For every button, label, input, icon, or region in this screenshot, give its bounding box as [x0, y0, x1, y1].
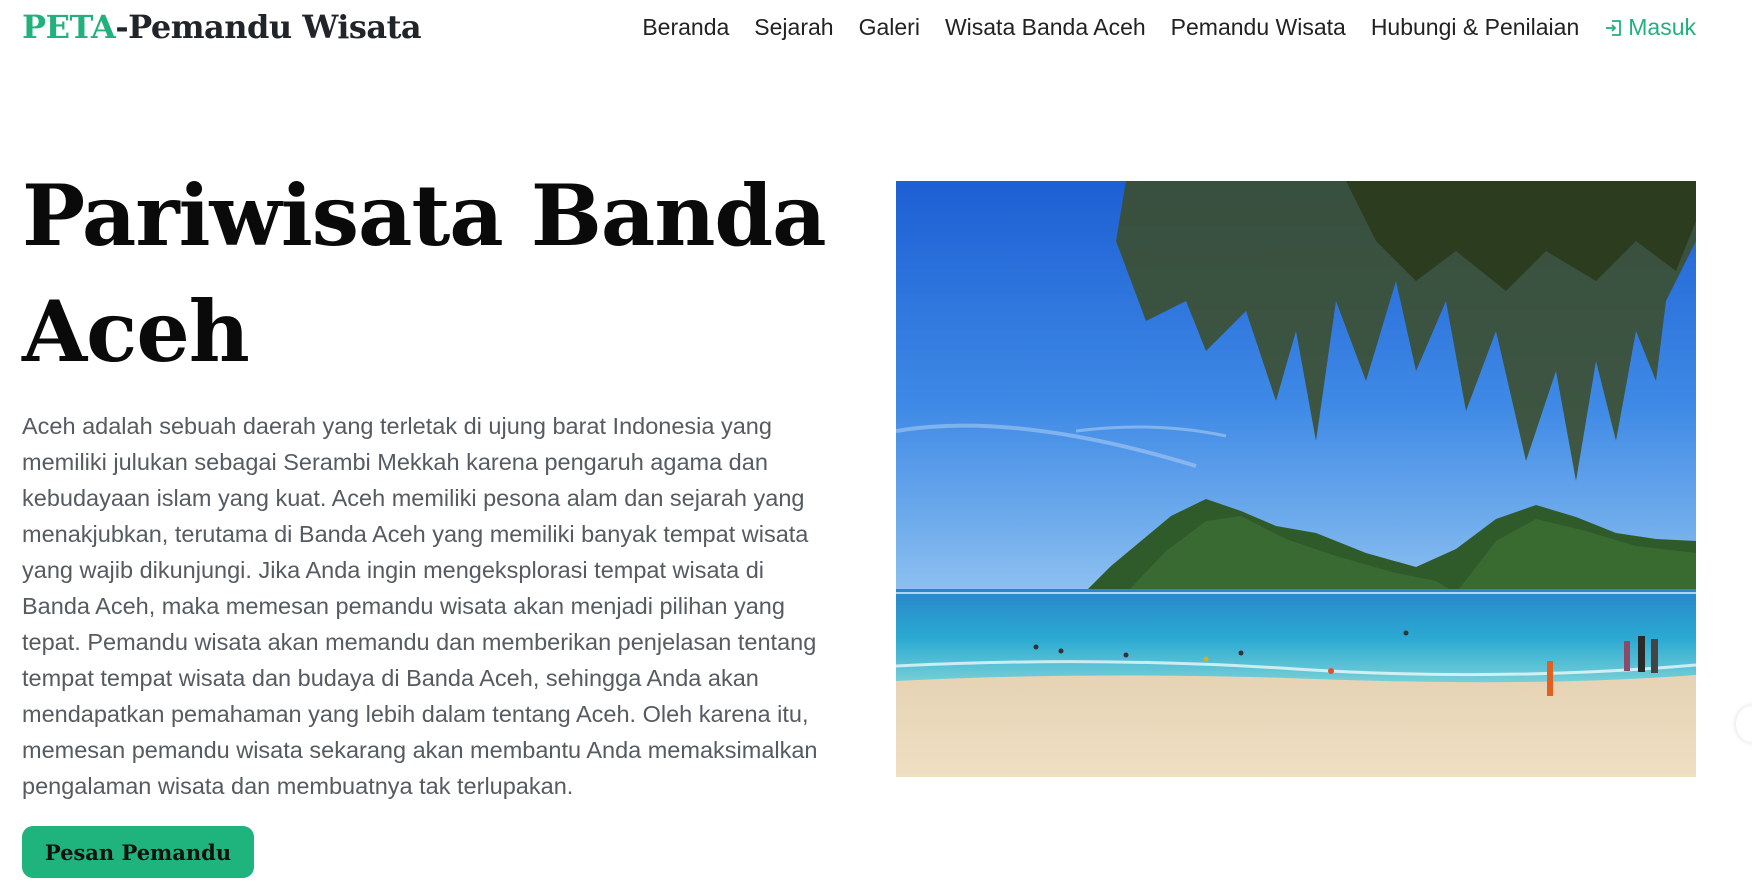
brand-logo[interactable]: PETA-Pemandu Wisata	[22, 8, 422, 46]
nav-link-sejarah[interactable]: Sejarah	[754, 14, 833, 41]
nav-links: Beranda Sejarah Galeri Wisata Banda Aceh…	[642, 14, 1696, 41]
login-link[interactable]: Masuk	[1604, 14, 1696, 41]
nav-link-beranda[interactable]: Beranda	[642, 14, 729, 41]
beach-photo	[896, 181, 1696, 777]
hero-description: Aceh adalah sebuah daerah yang terletak …	[22, 413, 818, 799]
scroll-handle[interactable]	[1736, 706, 1752, 742]
navbar: PETA-Pemandu Wisata Beranda Sejarah Gale…	[0, 0, 1752, 62]
login-icon	[1606, 19, 1622, 36]
hero-title: Pariwisata Banda Aceh	[22, 166, 827, 381]
nav-link-hubungi-penilaian[interactable]: Hubungi & Penilaian	[1371, 14, 1579, 41]
brand-accent: PETA	[22, 8, 116, 46]
login-label: Masuk	[1628, 14, 1696, 40]
nav-link-galeri[interactable]: Galeri	[859, 14, 920, 41]
page: PETA-Pemandu Wisata Beranda Sejarah Gale…	[0, 0, 1752, 886]
book-guide-button[interactable]: Pesan Pemandu	[22, 826, 254, 878]
brand-name: -Pemandu Wisata	[115, 8, 422, 46]
nav-link-pemandu-wisata[interactable]: Pemandu Wisata	[1171, 14, 1346, 41]
nav-link-wisata-banda-aceh[interactable]: Wisata Banda Aceh	[945, 14, 1146, 41]
